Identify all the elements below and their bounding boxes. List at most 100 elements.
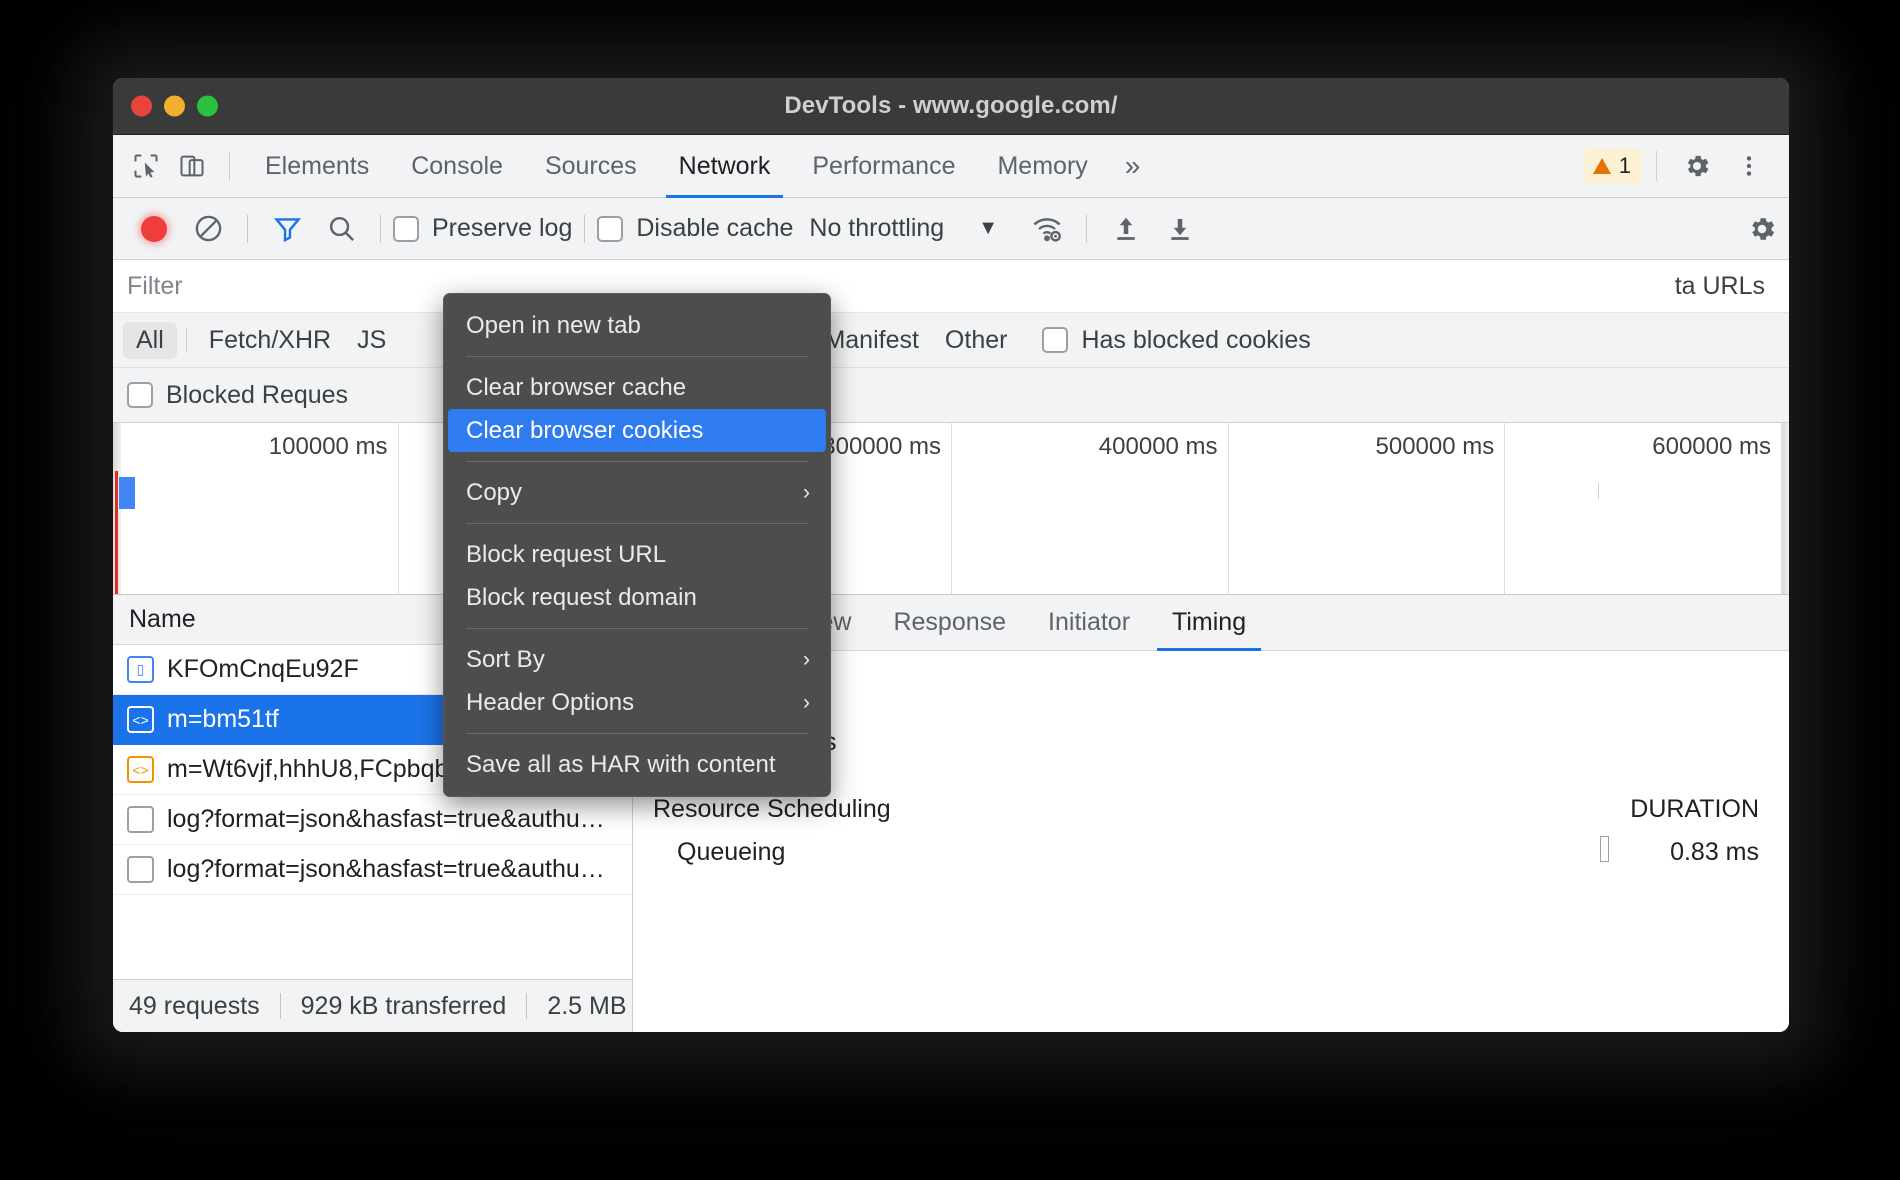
- traffic-lights: [131, 96, 218, 117]
- chevron-down-icon[interactable]: ▼: [978, 217, 998, 240]
- search-icon[interactable]: [314, 202, 368, 256]
- blocked-requests-box[interactable]: [127, 382, 153, 408]
- status-transferred: 929 kB transferred: [301, 992, 507, 1021]
- tabbar-right-group: 1: [1584, 140, 1789, 192]
- toolbar-divider: [247, 215, 248, 243]
- filter-icon[interactable]: [260, 202, 314, 256]
- record-button[interactable]: [127, 202, 181, 256]
- toolbar-divider: [584, 215, 585, 243]
- timing-row-value: 0.83 ms: [1609, 838, 1759, 867]
- menu-item-open-in-new-tab[interactable]: Open in new tab: [444, 304, 830, 347]
- type-filter-fetch-xhr[interactable]: Fetch/XHR: [196, 322, 344, 359]
- overview-tick-5: 500000 ms: [1376, 433, 1505, 461]
- overview-right-handle[interactable]: [1781, 423, 1789, 594]
- menu-divider: [466, 523, 808, 524]
- request-name: KFOmCnqEu92F: [167, 655, 359, 684]
- hide-data-urls-label[interactable]: ta URLs: [1675, 272, 1765, 301]
- warning-badge[interactable]: 1: [1584, 148, 1642, 184]
- duration-header: DURATION: [1630, 795, 1759, 824]
- menu-divider: [466, 461, 808, 462]
- chevron-right-icon: ›: [803, 481, 810, 505]
- toolbar-divider: [229, 151, 230, 181]
- tab-sources-label: Sources: [545, 152, 637, 181]
- close-window-button[interactable]: [131, 96, 152, 117]
- network-settings-gear-icon[interactable]: [1735, 202, 1789, 256]
- table-row[interactable]: log?format=json&hasfast=true&authu…: [113, 845, 632, 895]
- tab-response[interactable]: Response: [872, 595, 1027, 651]
- script-icon: <>: [127, 756, 154, 783]
- zoom-window-button[interactable]: [197, 96, 218, 117]
- device-toolbar-icon[interactable]: [169, 143, 215, 189]
- filter-input[interactable]: Filter: [127, 272, 1675, 301]
- tab-response-label: Response: [893, 608, 1006, 637]
- table-row[interactable]: log?format=json&hasfast=true&authu…: [113, 795, 632, 845]
- status-resources: 2.5 MB: [547, 992, 626, 1021]
- menu-item-sort-by[interactable]: Sort By ›: [444, 638, 830, 681]
- menu-item-block-request-domain[interactable]: Block request domain: [444, 576, 830, 619]
- more-tabs-chevron-icon[interactable]: »: [1109, 135, 1157, 198]
- network-overview[interactable]: 100000 ms 200000 ms 300000 ms 400000 ms …: [113, 423, 1789, 595]
- filter-row: Filter ta URLs: [113, 260, 1789, 313]
- window-title: DevTools - www.google.com/: [784, 92, 1117, 120]
- throttling-select[interactable]: No throttling: [809, 214, 944, 243]
- type-filter-all[interactable]: All: [123, 322, 177, 359]
- menu-item-save-all-as-har[interactable]: Save all as HAR with content: [444, 743, 830, 786]
- has-blocked-cookies-box: [1042, 327, 1068, 353]
- record-icon: [141, 216, 167, 242]
- tab-elements[interactable]: Elements: [244, 135, 390, 198]
- throttling-value: No throttling: [809, 214, 944, 242]
- tab-initiator-label: Initiator: [1048, 608, 1130, 637]
- tab-sources[interactable]: Sources: [524, 135, 658, 198]
- tab-initiator[interactable]: Initiator: [1027, 595, 1151, 651]
- disable-cache-box: [597, 216, 623, 242]
- menu-item-copy[interactable]: Copy ›: [444, 471, 830, 514]
- menu-label: Save all as HAR with content: [466, 751, 775, 779]
- clear-button[interactable]: [181, 202, 235, 256]
- overview-track: 100000 ms 200000 ms 300000 ms 400000 ms …: [121, 423, 1781, 594]
- tab-network[interactable]: Network: [658, 135, 792, 198]
- wifi-settings-icon[interactable]: [1020, 202, 1074, 256]
- screen: DevTools - www.google.com/ Elements Cons…: [0, 0, 1900, 1180]
- menu-item-header-options[interactable]: Header Options ›: [444, 681, 830, 724]
- tab-memory[interactable]: Memory: [976, 135, 1108, 198]
- timing-row: Queueing 0.83 ms: [653, 836, 1759, 869]
- preserve-log-checkbox[interactable]: Preserve log: [393, 214, 572, 243]
- tab-elements-label: Elements: [265, 152, 369, 181]
- menu-item-block-request-url[interactable]: Block request URL: [444, 533, 830, 576]
- menu-label: Copy: [466, 479, 522, 507]
- context-menu[interactable]: Open in new tab Clear browser cache Clea…: [443, 293, 831, 797]
- inspect-icon[interactable]: [123, 143, 169, 189]
- settings-gear-icon[interactable]: [1671, 140, 1723, 192]
- disable-cache-checkbox[interactable]: Disable cache: [597, 214, 793, 243]
- download-icon[interactable]: [1153, 202, 1207, 256]
- type-filter-js[interactable]: JS: [344, 322, 399, 359]
- timing-row-label: Queueing: [677, 838, 785, 867]
- resource-scheduling-label: Resource Scheduling: [653, 795, 891, 824]
- network-toolbar: Preserve log Disable cache No throttling…: [113, 198, 1789, 260]
- overview-request-bar: [119, 477, 135, 509]
- menu-label: Clear browser cache: [466, 374, 686, 402]
- queueing-bar: [1600, 836, 1609, 869]
- doc-icon: [127, 856, 154, 883]
- request-name: log?format=json&hasfast=true&authu…: [167, 805, 605, 834]
- tab-performance[interactable]: Performance: [791, 135, 976, 198]
- upload-icon[interactable]: [1099, 202, 1153, 256]
- request-name: m=bm51tf: [167, 705, 279, 734]
- has-blocked-cookies-checkbox[interactable]: Has blocked cookies: [1042, 326, 1310, 355]
- menu-item-clear-browser-cache[interactable]: Clear browser cache: [444, 366, 830, 409]
- preserve-log-box: [393, 216, 419, 242]
- type-filter-other[interactable]: Other: [932, 322, 1021, 359]
- blocked-requests-row: Blocked Reques: [113, 368, 1789, 423]
- tab-timing[interactable]: Timing: [1151, 595, 1267, 651]
- tab-console[interactable]: Console: [390, 135, 524, 198]
- tab-network-label: Network: [679, 152, 771, 181]
- preserve-log-label: Preserve log: [432, 214, 572, 243]
- minimize-window-button[interactable]: [164, 96, 185, 117]
- status-divider: [526, 993, 527, 1019]
- menu-item-clear-browser-cookies[interactable]: Clear browser cookies: [448, 409, 826, 452]
- tab-performance-label: Performance: [812, 152, 955, 181]
- toolbar-divider: [380, 215, 381, 243]
- more-vertical-icon[interactable]: [1723, 140, 1775, 192]
- overview-tick-4: 400000 ms: [1099, 433, 1228, 461]
- tab-console-label: Console: [411, 152, 503, 181]
